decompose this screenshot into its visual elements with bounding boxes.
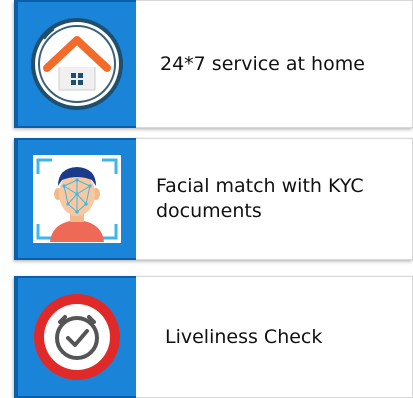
- face-scan-icon: [36, 158, 118, 242]
- icon-panel: [14, 0, 136, 128]
- label-panel: Liveliness Check: [136, 276, 413, 398]
- feature-card-facial-match: Facial match with KYC documents: [14, 138, 413, 260]
- feature-card-liveliness-check: Liveliness Check: [14, 276, 413, 398]
- feature-label: Facial match with KYC documents: [156, 175, 364, 222]
- feature-label: 24*7 service at home: [160, 52, 365, 75]
- label-panel: Facial match with KYC documents: [136, 138, 413, 260]
- icon-panel: [14, 276, 136, 398]
- label-panel: 24*7 service at home: [136, 0, 413, 128]
- home-icon: [31, 18, 123, 110]
- icon-panel: [14, 138, 136, 260]
- feature-card-home-service: 24*7 service at home: [14, 0, 413, 128]
- feature-label: Liveliness Check: [165, 325, 323, 348]
- face-scan-frame: [33, 155, 121, 243]
- clock-check-icon: [34, 294, 120, 380]
